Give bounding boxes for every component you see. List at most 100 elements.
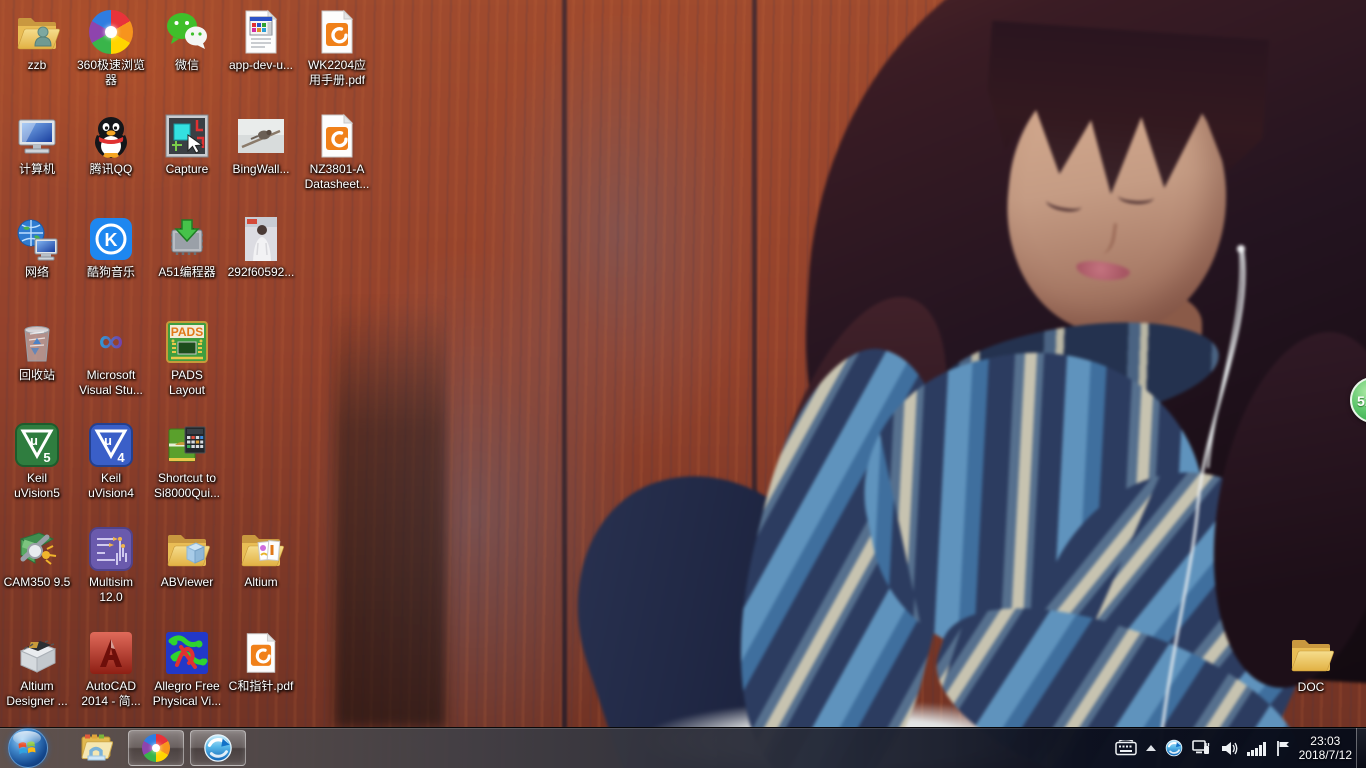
desktop-icon-label: Keil uVision4 bbox=[88, 471, 134, 500]
desktop-icon-network[interactable]: 网络 bbox=[1, 215, 73, 280]
bitmap-doc-icon bbox=[225, 8, 297, 56]
desktop-icon-label: NZ3801-A Datasheet... bbox=[304, 162, 370, 191]
desktop-icon-label: Altium Designer ... bbox=[6, 679, 68, 708]
desktop-icon-computer[interactable]: 计算机 bbox=[1, 112, 73, 177]
desktop-icon-wechat[interactable]: 微信 bbox=[151, 8, 223, 73]
blue-sphere-browser-icon bbox=[203, 733, 233, 763]
desktop-icon-tencent-qq[interactable]: 腾讯QQ bbox=[75, 112, 147, 177]
desktop-icon-keil-uvision5[interactable]: μ 5 Keil uVision5 bbox=[1, 421, 73, 501]
pads-icon: PADS bbox=[151, 318, 223, 366]
volume-icon[interactable] bbox=[1221, 740, 1238, 757]
desktop-icon-label: app-dev-u... bbox=[228, 58, 294, 72]
folder-icon bbox=[1275, 630, 1347, 678]
browser-tray-icon[interactable] bbox=[1165, 739, 1183, 757]
desktop-icon-capture[interactable]: Capture bbox=[151, 112, 223, 177]
multisim-icon bbox=[75, 525, 147, 573]
desktop-icon-autocad[interactable]: AutoCAD 2014 - 简... bbox=[75, 629, 147, 709]
desktop-icon-bingwall-photo[interactable]: BingWall... bbox=[225, 112, 297, 177]
desktop-icon-label: A51编程器 bbox=[158, 265, 216, 279]
desktop-icon-label: 网络 bbox=[24, 265, 49, 279]
keil5-icon: μ 5 bbox=[1, 421, 73, 469]
desktop-icon-altium-designer[interactable]: Altium Designer ... bbox=[1, 629, 73, 709]
start-button[interactable] bbox=[8, 728, 48, 768]
folder-user-icon bbox=[1, 8, 73, 56]
si8000-icon bbox=[151, 421, 223, 469]
desktop-icon-cam350[interactable]: CAM350 9.5 bbox=[1, 525, 73, 590]
desktop-icon-label: 腾讯QQ bbox=[89, 162, 133, 176]
visual-studio-infinity-icon: ∞ bbox=[75, 318, 147, 366]
foxit-pdf-icon bbox=[301, 112, 373, 160]
desktop-icon-label: BingWall... bbox=[232, 162, 290, 176]
desktop-icon-label: Microsoft Visual Stu... bbox=[79, 368, 143, 397]
desktop-icon-doc-folder[interactable]: DOC bbox=[1275, 630, 1347, 695]
desktop-icon-label: Altium bbox=[244, 575, 278, 589]
desktop-icon-altium-folder[interactable]: Altium bbox=[225, 525, 297, 590]
svg-text:PADS: PADS bbox=[171, 325, 203, 339]
show-desktop-button[interactable] bbox=[1356, 728, 1366, 768]
svg-text:∞: ∞ bbox=[99, 322, 123, 360]
desktop-icon-label: ABViewer bbox=[160, 575, 214, 589]
recycle-bin-icon bbox=[1, 318, 73, 366]
desktop-icon-keil-uvision4[interactable]: μ 4 Keil uVision4 bbox=[75, 421, 147, 501]
desktop-icon-label: AutoCAD 2014 - 简... bbox=[81, 679, 141, 708]
desktop-icon-label: CAM350 9.5 bbox=[3, 575, 71, 589]
desktop-icon-label: Multisim 12.0 bbox=[89, 575, 133, 604]
a51-chip-icon bbox=[151, 215, 223, 263]
svg-text:4: 4 bbox=[117, 450, 125, 465]
desktop-icon-label: zzb bbox=[27, 58, 47, 72]
desktop-icon-c-pointers-pdf[interactable]: C和指针.pdf bbox=[225, 629, 297, 694]
folder-abviewer-icon bbox=[151, 525, 223, 573]
desktop-icon-visual-studio[interactable]: ∞ Microsoft Visual Stu... bbox=[75, 318, 147, 398]
signal-strength-icon[interactable] bbox=[1246, 741, 1267, 756]
desktop-icon-recycle-bin[interactable]: 回收站 bbox=[1, 318, 73, 383]
system-tray bbox=[1114, 739, 1291, 757]
360-pinwheel-icon bbox=[142, 734, 170, 762]
desktop-icon-si8000-shortcut[interactable]: Shortcut to Si8000Qui... bbox=[151, 421, 223, 501]
desktop-icon-label: Capture bbox=[165, 162, 209, 176]
desktop-icon-app-dev-doc[interactable]: app-dev-u... bbox=[225, 8, 297, 73]
taskbar-clock[interactable]: 23:03 2018/7/12 bbox=[1299, 734, 1352, 762]
taskbar-360se-browser-button[interactable] bbox=[190, 730, 246, 766]
clock-time: 23:03 bbox=[1310, 734, 1341, 748]
desktop-icon-label: 计算机 bbox=[18, 162, 55, 176]
altium-designer-icon bbox=[1, 629, 73, 677]
explorer-folder-icon bbox=[81, 734, 113, 761]
desktop-icon-pads-layout[interactable]: PADS PADS Layout bbox=[151, 318, 223, 398]
svg-text:5: 5 bbox=[43, 450, 50, 465]
bird-photo-thumbnail bbox=[225, 112, 297, 160]
taskbar-explorer-button[interactable] bbox=[70, 731, 122, 765]
network-connection-icon[interactable] bbox=[1191, 739, 1212, 757]
desktop-icon-wk2204-pdf[interactable]: WK2204应 用手册.pdf bbox=[301, 8, 373, 88]
taskbar-360ee-browser-button[interactable] bbox=[128, 730, 184, 766]
desktop-icon-label: 微信 bbox=[174, 58, 199, 72]
desktop-icon-kugou-music[interactable]: K 酷狗音乐 bbox=[75, 215, 147, 280]
svg-text:μ: μ bbox=[30, 433, 38, 448]
desktop-icon-multisim[interactable]: Multisim 12.0 bbox=[75, 525, 147, 605]
desktop-icon-label: Allegro Free Physical Vi... bbox=[152, 679, 222, 708]
foxit-pdf-icon bbox=[301, 8, 373, 56]
desktop-icon-allegro-viewer[interactable]: Allegro Free Physical Vi... bbox=[151, 629, 223, 709]
desktop-icon-a51-programmer[interactable]: A51编程器 bbox=[151, 215, 223, 280]
wechat-icon bbox=[151, 8, 223, 56]
input-method-keyboard-icon[interactable] bbox=[1114, 740, 1137, 756]
desktop-icon-label: Shortcut to Si8000Qui... bbox=[153, 471, 221, 500]
desktop-icon-360-browser[interactable]: 360极速浏览 器 bbox=[75, 8, 147, 88]
action-center-flag-icon[interactable] bbox=[1276, 740, 1291, 757]
desktop-icon-label: WK2204应 用手册.pdf bbox=[307, 58, 367, 87]
desktop-icon-label: 292f60592... bbox=[227, 265, 295, 279]
network-icon bbox=[1, 215, 73, 263]
desktop-icon-abviewer[interactable]: ABViewer bbox=[151, 525, 223, 590]
desktop-icon-nz3801-pdf[interactable]: NZ3801-A Datasheet... bbox=[301, 112, 373, 192]
desktop-icon-label: DOC bbox=[1297, 680, 1325, 694]
capture-icon bbox=[151, 112, 223, 160]
desktop-icon-label: PADS Layout bbox=[168, 368, 206, 397]
computer-icon bbox=[1, 112, 73, 160]
desktop-icon-photo-292f[interactable]: 292f60592... bbox=[225, 215, 297, 280]
windows-flag-icon bbox=[18, 741, 36, 755]
clock-date: 2018/7/12 bbox=[1298, 748, 1352, 762]
desktop-icon-zzb[interactable]: zzb bbox=[1, 8, 73, 73]
allegro-icon bbox=[151, 629, 223, 677]
autocad-icon bbox=[75, 629, 147, 677]
360-pinwheel-icon bbox=[75, 8, 147, 56]
show-hidden-icons-button[interactable] bbox=[1145, 745, 1156, 751]
